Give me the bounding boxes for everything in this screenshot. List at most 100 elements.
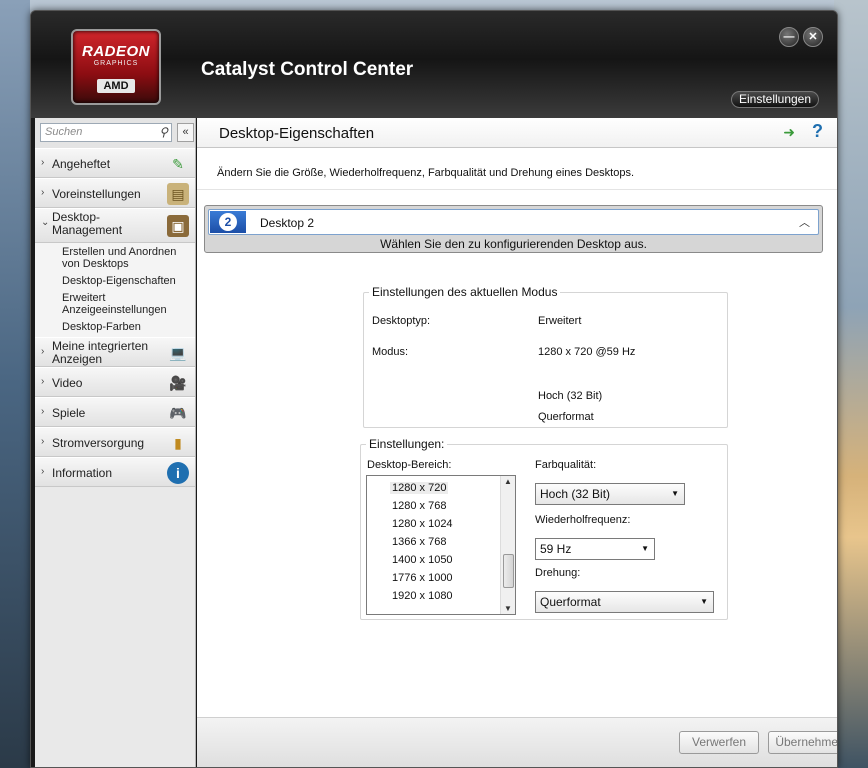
chevron-up-icon[interactable]: ︿ [799,214,810,230]
sidebar-item-label: Angeheftet [52,157,111,171]
scroll-up-icon[interactable]: ▲ [504,477,512,486]
sidebar-item-stromversorgung[interactable]: › Stromversorgung ▮ [35,427,195,457]
subitem-desktop-farben[interactable]: Desktop-Farben [35,320,195,337]
radeon-logo: RADEON GRAPHICS AMD [71,29,161,105]
close-icon[interactable]: ✕ [803,27,823,47]
apply-button[interactable]: Übernehmen [768,731,837,754]
desktop-background-right [834,0,868,768]
chevron-right-icon: › [41,376,45,387]
mode-label: Modus: [372,346,409,358]
sidebar-item-information[interactable]: › Information i [35,457,195,487]
desktop-area-label: Desktop-Bereich: [367,459,452,471]
footer-bar: Verwerfen Übernehmen [197,717,837,767]
refresh-rate-label: Wiederholfrequenz: [535,514,631,526]
main-panel: Desktop-Eigenschaften ➜ ? Ändern Sie die… [197,118,837,767]
list-item[interactable]: 1280 x 1024 [392,518,453,530]
logo-text-radeon: RADEON [81,43,150,60]
info-icon: i [167,462,189,484]
dropdown-arrow-icon: ▼ [671,489,679,498]
sidebar-item-spiele[interactable]: › Spiele 🎮 [35,397,195,427]
desktop-name: Desktop 2 [260,216,315,230]
color-depth-value: Hoch (32 Bit) [538,390,603,402]
scroll-down-icon[interactable]: ▼ [504,604,512,613]
sidebar-item-label: Video [52,376,83,390]
list-item[interactable]: 1400 x 1050 [392,554,453,566]
orientation-value: Querformat [538,411,594,423]
chevron-right-icon: › [41,187,45,198]
subitem-erweitert[interactable]: Erweitert Anzeigeeinstellungen [35,291,195,320]
list-item[interactable]: 1366 x 768 [392,536,446,548]
list-item[interactable]: 1280 x 720 [390,482,449,494]
list-item[interactable]: 1776 x 1000 [392,572,453,584]
sidebar-item-label: Voreinstellungen [52,187,141,201]
logo-text-amd: AMD [97,79,135,93]
search-input[interactable]: Suchen ⚲ [40,123,172,142]
desktop-badge: 2 [210,211,246,233]
desktop-selector-hint: Wählen Sie den zu konfigurierenden Deskt… [380,237,647,251]
sidebar-item-angeheftet[interactable]: › Angeheftet ✎ [35,148,195,178]
sidebar-item-label: Stromversorgung [52,436,145,450]
title-bar: RADEON GRAPHICS AMD Catalyst Control Cen… [31,11,837,118]
desktop-number: 2 [219,213,237,231]
pin-icon: ✎ [172,156,184,172]
sidebar: Suchen ⚲ « › Angeheftet ✎ › Voreinstellu… [35,118,196,767]
list-item[interactable]: 1920 x 1080 [392,590,453,602]
subitem-erstellen[interactable]: Erstellen und Anordnen von Desktops [35,245,195,274]
laptop-icon: 💻 [169,345,187,361]
listbox-scrollbar[interactable]: ▲ ▼ [500,476,515,614]
sidebar-item-label: Meine integrierten Anzeigen [52,339,149,366]
rotation-label: Drehung: [535,567,581,579]
settings-legend: Einstellungen: [366,437,448,451]
color-quality-selected: Hoch (32 Bit) [540,487,611,501]
desktop-selector-header[interactable]: 2 Desktop 2 ︿ [208,209,819,235]
minimize-icon[interactable]: — [779,27,799,47]
pin-page-icon[interactable]: ➜ [783,124,795,141]
refresh-rate-selected: 59 Hz [540,542,572,556]
search-row: Suchen ⚲ « [35,118,195,148]
color-quality-label: Farbqualität: [535,459,597,471]
mode-value: 1280 x 720 @59 Hz [538,346,636,358]
current-mode-legend: Einstellungen des aktuellen Modus [369,285,561,299]
sidebar-item-desktop-management[interactable]: ⌄ Desktop- Management ▣ [35,208,195,243]
current-mode-group [363,292,728,428]
search-icon[interactable]: ⚲ [159,125,168,139]
sidebar-item-label: Information [52,466,113,480]
sidebar-subitems: Erstellen und Anordnen von Desktops Desk… [35,243,195,337]
resolution-listbox[interactable]: 1280 x 720 1280 x 768 1280 x 1024 1366 x… [366,475,516,615]
color-quality-select[interactable]: Hoch (32 Bit) ▼ [535,483,685,505]
desktop-background-left [0,0,30,768]
chevron-right-icon: › [41,157,45,168]
rotation-select[interactable]: Querformat ▼ [535,591,714,613]
help-icon[interactable]: ? [812,121,823,142]
desktop-type-label: Desktoptyp: [372,315,431,327]
sidebar-item-integrated-displays[interactable]: › Meine integrierten Anzeigen 💻 [35,337,195,367]
collapse-sidebar-button[interactable]: « [177,123,194,142]
catalyst-window: RADEON GRAPHICS AMD Catalyst Control Cen… [30,10,838,768]
video-camera-icon: 🎥 [169,375,187,391]
page-description: Ändern Sie die Größe, Wiederholfrequenz,… [217,167,635,179]
rotation-selected: Querformat [540,595,601,609]
refresh-rate-select[interactable]: 59 Hz ▼ [535,538,655,560]
gamepad-icon: 🎮 [169,405,187,421]
chevron-right-icon: › [41,406,45,417]
discard-button[interactable]: Verwerfen [679,731,759,754]
desktop-type-value: Erweitert [538,315,582,327]
scrollbar-thumb[interactable] [503,554,514,588]
chevron-down-icon: ⌄ [41,217,50,228]
page-title: Desktop-Eigenschaften [219,125,375,142]
main-header: Desktop-Eigenschaften ➜ ? [197,118,837,148]
sidebar-item-video[interactable]: › Video 🎥 [35,367,195,397]
logo-text-graphics: GRAPHICS [93,60,139,67]
dropdown-arrow-icon: ▼ [641,544,649,553]
search-placeholder: Suchen [45,126,83,138]
chevron-right-icon: › [41,436,45,447]
dropdown-arrow-icon: ▼ [700,597,708,606]
sidebar-item-voreinstellungen[interactable]: › Voreinstellungen ▤ [35,178,195,208]
chevron-right-icon: › [41,346,45,357]
list-item[interactable]: 1280 x 768 [392,500,446,512]
settings-button[interactable]: Einstellungen [731,91,819,108]
app-title: Catalyst Control Center [201,59,414,80]
divider [197,189,837,190]
subitem-desktop-eigenschaften[interactable]: Desktop-Eigenschaften [35,274,195,291]
desktop-selector[interactable]: 2 Desktop 2 ︿ Wählen Sie den zu konfigur… [204,205,823,253]
